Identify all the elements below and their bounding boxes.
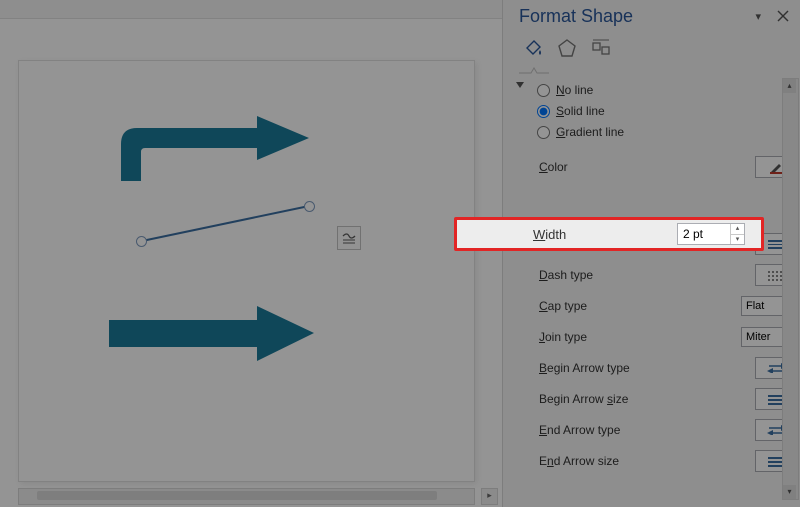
- label-join-type: Join type: [539, 330, 587, 344]
- row-color: Color ▾: [539, 152, 800, 182]
- selection-handle-end[interactable]: [304, 201, 315, 212]
- close-icon: [777, 10, 789, 22]
- label-compound-type: Compound type: [539, 237, 624, 251]
- label-end-arrow-type: End Arrow type: [539, 423, 620, 437]
- layout-options-button[interactable]: [337, 226, 361, 250]
- radio-no-line-label: No line: [556, 83, 593, 97]
- tab-layout[interactable]: [587, 34, 615, 62]
- format-shape-panel: Format Shape ▾ N: [502, 0, 800, 507]
- document-page[interactable]: [18, 60, 475, 482]
- join-type-value: Miter: [746, 331, 770, 343]
- radio-gradient-line-input[interactable]: [537, 126, 550, 139]
- panel-menu-button[interactable]: ▾: [755, 10, 761, 23]
- panel-tabs: [519, 34, 615, 62]
- label-cap-type: Cap type: [539, 299, 587, 313]
- straight-arrow-shape[interactable]: [109, 306, 314, 361]
- tab-active-indicator: [519, 66, 549, 74]
- scroll-right-button[interactable]: ▸: [481, 488, 498, 505]
- line-shape-selected[interactable]: [134, 196, 324, 256]
- row-end-arrow-type: End Arrow type ▾: [539, 415, 800, 445]
- row-cap-type: Cap type Flat ▾: [539, 291, 800, 321]
- layout-options-icon: [342, 231, 356, 245]
- label-color: Color: [539, 160, 568, 174]
- label-dash-type: Dash type: [539, 268, 593, 282]
- row-end-arrow-size: End Arrow size ▾: [539, 446, 800, 476]
- panel-scroll-down[interactable]: ▾: [783, 485, 796, 499]
- row-begin-arrow-size: Begin Arrow size ▾: [539, 384, 800, 414]
- tab-fill-line[interactable]: [519, 34, 547, 62]
- radio-no-line-input[interactable]: [537, 84, 550, 97]
- paint-bucket-icon: [522, 37, 544, 59]
- bent-arrow-shape[interactable]: [109, 116, 309, 181]
- label-end-arrow-size: End Arrow size: [539, 454, 619, 468]
- row-begin-arrow-type: Begin Arrow type ▾: [539, 353, 800, 383]
- horizontal-scrollbar-thumb[interactable]: [37, 491, 437, 500]
- radio-no-line[interactable]: No line: [537, 80, 800, 100]
- row-dash-type: Dash type ▾: [539, 260, 800, 290]
- ruler-horizontal: [0, 0, 502, 19]
- label-begin-arrow-type: Begin Arrow type: [539, 361, 630, 375]
- tab-effects[interactable]: [553, 34, 581, 62]
- panel-close-button[interactable]: [777, 10, 789, 22]
- panel-title: Format Shape: [519, 6, 633, 27]
- radio-solid-line-input[interactable]: [537, 105, 550, 118]
- radio-gradient-line-label: Gradient line: [556, 125, 624, 139]
- row-join-type: Join type Miter ▾: [539, 322, 800, 352]
- label-begin-arrow-size: Begin Arrow size: [539, 392, 628, 406]
- horizontal-scrollbar[interactable]: [18, 488, 475, 505]
- cap-type-value: Flat: [746, 300, 764, 312]
- radio-solid-line-label: Solid line: [556, 104, 605, 118]
- selection-handle-start[interactable]: [136, 236, 147, 247]
- row-compound-type: Compound type ▾: [539, 229, 800, 259]
- document-canvas[interactable]: ▸: [0, 0, 502, 507]
- panel-scroll-up[interactable]: ▴: [783, 79, 796, 93]
- radio-gradient-line[interactable]: Gradient line: [537, 122, 800, 142]
- panel-scrollbar[interactable]: ▴ ▾: [782, 78, 799, 500]
- size-properties-icon: [590, 37, 612, 59]
- pentagon-icon: [556, 37, 578, 59]
- radio-solid-line[interactable]: Solid line: [537, 101, 800, 121]
